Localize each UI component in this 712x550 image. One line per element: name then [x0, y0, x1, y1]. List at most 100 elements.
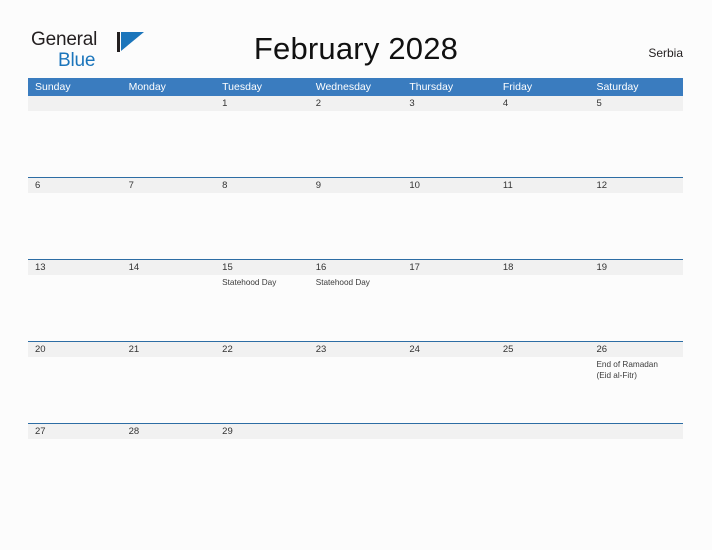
day-number-empty — [28, 96, 122, 111]
day-cell-27[interactable] — [28, 439, 122, 465]
day-number-26[interactable]: 26 — [589, 342, 683, 357]
day-number-empty — [309, 424, 403, 439]
day-cell-11[interactable] — [496, 193, 590, 259]
day-cell-3[interactable] — [402, 111, 496, 177]
day-cell-15[interactable]: Statehood Day — [215, 275, 309, 341]
day-number-band: 6 7 8 9 10 11 12 — [28, 178, 683, 193]
day-number-3[interactable]: 3 — [402, 96, 496, 111]
day-number-9[interactable]: 9 — [309, 178, 403, 193]
day-cell-empty — [402, 439, 496, 465]
day-cell-empty — [122, 111, 216, 177]
day-cell-9[interactable] — [309, 193, 403, 259]
day-cell-5[interactable] — [589, 111, 683, 177]
day-number-7[interactable]: 7 — [122, 178, 216, 193]
event-label: End of Ramadan — [596, 360, 658, 369]
day-cell-8[interactable] — [215, 193, 309, 259]
day-cell-10[interactable] — [402, 193, 496, 259]
day-cell-13[interactable] — [28, 275, 122, 341]
day-number-22[interactable]: 22 — [215, 342, 309, 357]
day-cell-1[interactable] — [215, 111, 309, 177]
weekday-tuesday: Tuesday — [222, 81, 263, 93]
page-title: February 2028 — [253, 31, 459, 66]
day-cell-empty — [28, 111, 122, 177]
day-number-27[interactable]: 27 — [28, 424, 122, 439]
weekday-wednesday: Wednesday — [315, 81, 371, 93]
day-cell-17[interactable] — [402, 275, 496, 341]
day-number-29[interactable]: 29 — [215, 424, 309, 439]
weekday-header-row: Sunday Monday Tuesday Wednesday Thursday… — [28, 78, 683, 96]
calendar-week-row: 27 28 29 — [28, 423, 683, 465]
event-label: (Eid al-Fitr) — [596, 371, 637, 380]
weekday-friday: Friday — [502, 81, 533, 93]
calendar-table: Sunday Monday Tuesday Wednesday Thursday… — [28, 78, 683, 465]
event-label: Statehood Day — [222, 278, 277, 287]
calendar-week-row: 12345 — [28, 96, 683, 177]
day-number-band: 12345 — [28, 96, 683, 111]
day-cell-23[interactable] — [309, 357, 403, 423]
day-number-2[interactable]: 2 — [309, 96, 403, 111]
day-number-16[interactable]: 16 — [309, 260, 403, 275]
day-cell-19[interactable] — [589, 275, 683, 341]
day-events-band — [28, 439, 683, 465]
day-number-12[interactable]: 12 — [589, 178, 683, 193]
day-cell-12[interactable] — [589, 193, 683, 259]
day-number-28[interactable]: 28 — [122, 424, 216, 439]
day-number-empty — [589, 424, 683, 439]
day-cell-6[interactable] — [28, 193, 122, 259]
day-cell-empty — [309, 439, 403, 465]
day-number-band: 13 14 15 16 17 18 19 — [28, 260, 683, 275]
day-number-8[interactable]: 8 — [215, 178, 309, 193]
day-cell-28[interactable] — [122, 439, 216, 465]
day-cell-empty — [496, 439, 590, 465]
day-events-band: Statehood Day Statehood Day — [28, 275, 683, 341]
day-cell-7[interactable] — [122, 193, 216, 259]
day-cell-22[interactable] — [215, 357, 309, 423]
day-number-24[interactable]: 24 — [402, 342, 496, 357]
day-number-23[interactable]: 23 — [309, 342, 403, 357]
calendar-week-row: 20 21 22 23 24 25 26 End of Ramadan (Eid al-Fitr… — [28, 341, 683, 423]
day-cell-24[interactable] — [402, 357, 496, 423]
day-number-empty — [122, 96, 216, 111]
day-cell-29[interactable] — [215, 439, 309, 465]
day-number-10[interactable]: 10 — [402, 178, 496, 193]
day-cell-21[interactable] — [122, 357, 216, 423]
day-cell-empty — [589, 439, 683, 465]
day-number-18[interactable]: 18 — [496, 260, 590, 275]
page-header: General Blue February 2028 Serbia — [0, 0, 712, 78]
day-cell-14[interactable] — [122, 275, 216, 341]
day-number-band: 20 21 22 23 24 25 26 — [28, 342, 683, 357]
day-cell-16[interactable]: Statehood Day — [309, 275, 403, 341]
day-number-21[interactable]: 21 — [122, 342, 216, 357]
calendar-weeks: 1 2 3 4 5 6 7 8 9 10 11 12 13 14 15 16 17 18 19 Statehood D… — [28, 96, 683, 465]
day-cell-4[interactable] — [496, 111, 590, 177]
day-number-19[interactable]: 19 — [589, 260, 683, 275]
weekday-sunday: Sunday — [35, 81, 71, 93]
weekday-thursday: Thursday — [409, 81, 454, 93]
day-cell-18[interactable] — [496, 275, 590, 341]
weekday-monday: Monday — [128, 81, 166, 93]
day-number-25[interactable]: 25 — [496, 342, 590, 357]
day-events-band — [28, 111, 683, 177]
day-number-4[interactable]: 4 — [496, 96, 590, 111]
weekday-saturday: Saturday — [596, 81, 639, 93]
day-number-empty — [402, 424, 496, 439]
day-number-20[interactable]: 20 — [28, 342, 122, 357]
day-number-1[interactable]: 1 — [215, 96, 309, 111]
day-cell-2[interactable] — [309, 111, 403, 177]
day-cell-25[interactable] — [496, 357, 590, 423]
day-events-band: End of Ramadan (Eid al-Fitr) — [28, 357, 683, 423]
day-number-13[interactable]: 13 — [28, 260, 122, 275]
day-number-6[interactable]: 6 — [28, 178, 122, 193]
day-number-15[interactable]: 15 — [215, 260, 309, 275]
calendar-week-row: 13 14 15 16 17 18 19 Statehood Day Statehood Day — [28, 259, 683, 341]
event-label: Statehood Day — [315, 278, 370, 287]
region-label: Serbia — [648, 46, 683, 60]
day-number-empty — [496, 424, 590, 439]
calendar-week-row: 6 7 8 9 10 11 12 — [28, 177, 683, 259]
day-number-17[interactable]: 17 — [402, 260, 496, 275]
day-cell-26[interactable]: End of Ramadan (Eid al-Fitr) — [589, 357, 683, 423]
day-cell-20[interactable] — [28, 357, 122, 423]
day-number-5[interactable]: 5 — [589, 96, 683, 111]
day-number-14[interactable]: 14 — [122, 260, 216, 275]
day-number-11[interactable]: 11 — [496, 178, 590, 193]
